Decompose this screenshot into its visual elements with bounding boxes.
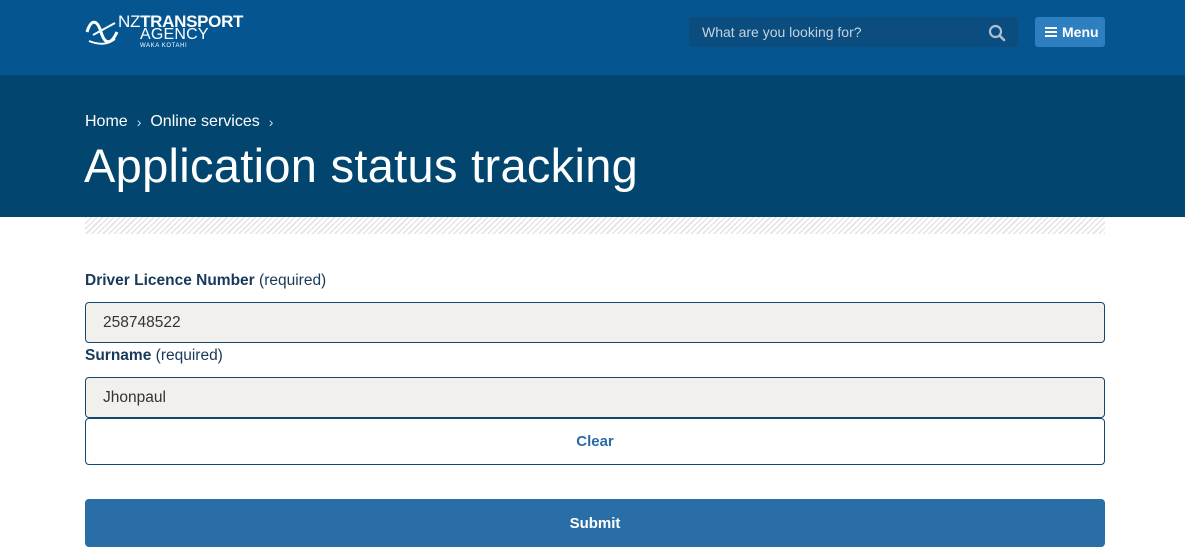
breadcrumb-online-services-link[interactable]: Online services: [150, 113, 259, 131]
required-indicator: (required): [259, 272, 327, 289]
breadcrumb-separator-icon: ›: [136, 114, 142, 130]
logo-waka-kotahi-text: WAKA KOTAHI: [140, 43, 188, 49]
search-icon[interactable]: [988, 24, 1006, 42]
hamburger-icon: [1045, 27, 1057, 37]
breadcrumb-separator-icon: ›: [268, 114, 274, 130]
surname-input[interactable]: [85, 377, 1105, 418]
page-banner: Home › Online services › Application sta…: [0, 75, 1185, 217]
breadcrumb: Home › Online services ›: [85, 113, 282, 131]
clear-button[interactable]: Clear: [85, 418, 1105, 465]
logo-nz-text: NZ: [118, 12, 141, 31]
required-indicator: (required): [155, 347, 223, 364]
submit-button[interactable]: Submit: [85, 499, 1105, 547]
logo-agency-text: AGENCY: [140, 26, 209, 43]
nzta-logo[interactable]: NZTRANSPORT AGENCY WAKA KOTAHI: [85, 13, 250, 53]
page-title: Application status tracking: [84, 139, 639, 192]
surname-label: Surname (required): [85, 347, 223, 365]
site-search: [689, 17, 1018, 47]
licence-number-label-text: Driver Licence Number: [85, 272, 255, 289]
decorative-hatch-divider: [85, 217, 1105, 234]
surname-label-text: Surname: [85, 347, 152, 364]
licence-number-input[interactable]: [85, 302, 1105, 343]
wave-logo-icon: [85, 20, 119, 45]
breadcrumb-home-link[interactable]: Home: [85, 113, 128, 131]
menu-button-label: Menu: [1062, 24, 1099, 40]
licence-number-label: Driver Licence Number (required): [85, 272, 326, 290]
search-input[interactable]: [689, 17, 979, 47]
menu-button[interactable]: Menu: [1035, 17, 1105, 47]
site-header: NZTRANSPORT AGENCY WAKA KOTAHI Menu: [0, 0, 1185, 75]
